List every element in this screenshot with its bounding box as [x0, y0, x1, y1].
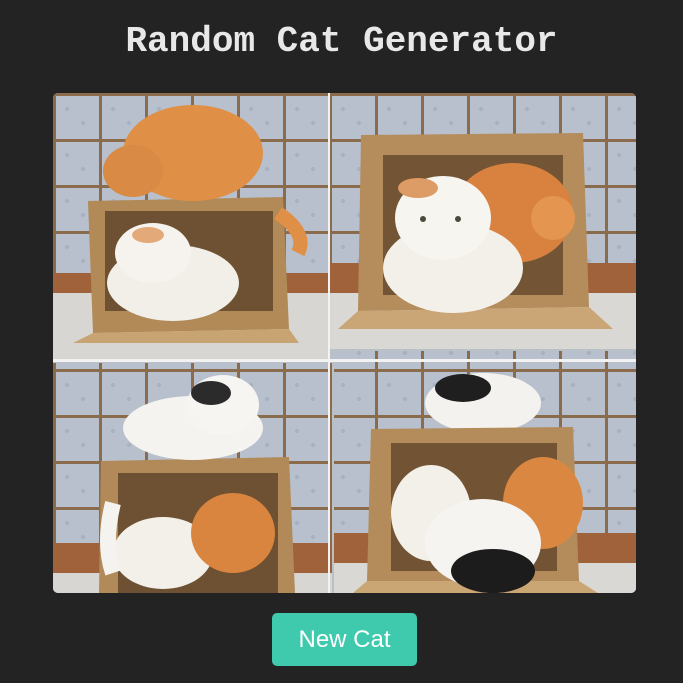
- cat-image: [53, 93, 636, 593]
- page-title: Random Cat Generator: [125, 21, 558, 62]
- photo-panel-top-right: [330, 93, 636, 349]
- photo-panel-bottom-right: [334, 351, 636, 593]
- cat-collage-graphic: [53, 93, 636, 593]
- photo-panel-top-left: [53, 93, 328, 361]
- new-cat-button[interactable]: New Cat: [272, 613, 417, 666]
- photo-panel-bottom-left: [53, 363, 332, 593]
- app-container: Random Cat Generator New Cat: [0, 0, 683, 683]
